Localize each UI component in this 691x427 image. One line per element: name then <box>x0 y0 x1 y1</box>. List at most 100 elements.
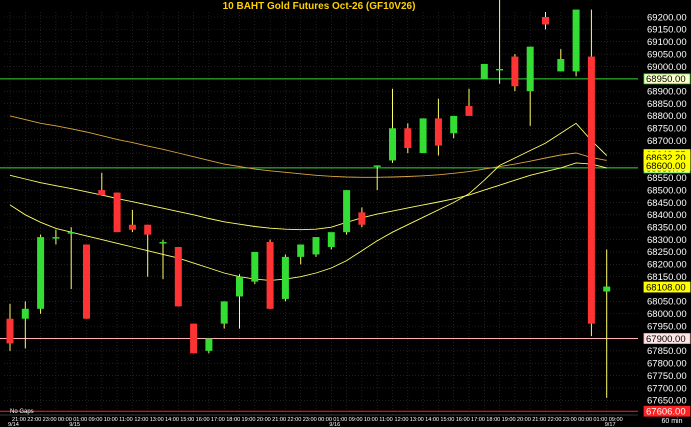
price-tag-label: 67606.00 <box>646 407 686 418</box>
candle <box>419 118 427 154</box>
price-tag-label: 68950.00 <box>646 74 686 85</box>
y-tick-label: 68350.00 <box>647 223 687 234</box>
candle <box>83 244 90 319</box>
candle-body-up <box>327 232 335 247</box>
y-tick-label: 67650.00 <box>647 396 687 407</box>
candle-body-down <box>511 56 519 87</box>
x-tick-label: 14:00 <box>165 417 179 423</box>
candle-body-down <box>113 192 121 233</box>
candle-body-up <box>37 237 45 309</box>
price-tag: 67900.00 <box>643 333 691 345</box>
y-tick-label: 67750.00 <box>647 371 687 382</box>
price-tag: 67606.00 <box>643 405 691 418</box>
price-tag-label: 68600.00 <box>646 161 686 172</box>
x-tick-label: 23:00 <box>303 417 317 423</box>
y-tick-label: 68400.00 <box>647 210 687 221</box>
candle-body-up <box>526 46 534 92</box>
x-tick-label: 16:00 <box>196 417 210 423</box>
x-tick-label: 00:00 <box>578 417 592 423</box>
candle-body-up <box>205 338 213 351</box>
y-tick-label: 67850.00 <box>647 346 687 357</box>
price-tag-label: 67900.00 <box>646 334 686 345</box>
y-tick-label: 69150.00 <box>647 25 687 36</box>
y-tick-label: 69050.00 <box>647 49 687 60</box>
x-tick-label: 15:00 <box>440 417 454 423</box>
no-gaps-note: No Gaps <box>10 409 34 415</box>
x-date-label: 9/17 <box>605 422 616 427</box>
x-tick-label: 09:00 <box>349 417 363 423</box>
y-tick-label: 68700.00 <box>647 136 687 147</box>
candle-body-up <box>450 115 458 134</box>
candle-body-up <box>496 68 504 71</box>
candle-body-down <box>174 246 182 307</box>
x-tick-label: 17:00 <box>211 417 225 423</box>
candle <box>587 9 595 337</box>
y-tick-label: 68800.00 <box>647 111 687 122</box>
candle-body-up <box>281 256 289 299</box>
x-tick-label: 18:00 <box>486 417 500 423</box>
x-tick-label: 17:00 <box>471 417 485 423</box>
candle-body-down <box>144 224 152 235</box>
x-tick-label: 20:00 <box>517 417 531 423</box>
x-tick-label: 22:00 <box>287 417 301 423</box>
candle-body-up <box>343 190 351 233</box>
candle-body-up <box>236 276 243 297</box>
candle <box>113 192 121 233</box>
candle-body-down <box>465 106 473 116</box>
y-tick-label: 68000.00 <box>647 309 687 320</box>
chart-svg: 67650.00 67700.0067750.0067800.00 67850.00… <box>0 0 691 427</box>
candle <box>190 323 198 354</box>
candle <box>251 251 259 285</box>
y-tick-label: 68300.00 <box>647 235 687 246</box>
candle-body-up <box>480 63 488 79</box>
candle-body-up <box>297 244 305 257</box>
x-tick-label: 09:00 <box>89 417 103 423</box>
x-date-label: 9/14 <box>8 422 19 427</box>
x-tick-label: 16:00 <box>456 417 470 423</box>
y-tick-label: 67800.00 <box>647 359 687 370</box>
candle-body-up <box>159 242 167 244</box>
candle-body-up <box>251 251 259 282</box>
candle-body-down <box>190 323 198 354</box>
x-tick-label: 19:00 <box>502 417 516 423</box>
candle-body-down <box>542 17 549 25</box>
chart-root: 67650.00 67700.00 67750.00 67800.00 67850.00… <box>0 0 691 427</box>
candle <box>327 232 335 250</box>
x-tick-label: 21:00 <box>272 417 286 423</box>
candle-body-up <box>389 128 396 161</box>
candle-body-down <box>404 128 412 149</box>
candle <box>174 246 182 307</box>
y-tick-label: 68750.00 <box>647 124 687 135</box>
candle-body-up <box>419 118 427 154</box>
y-tick-label: 67950.00 <box>647 321 687 332</box>
x-tick-label: 13:00 <box>410 417 424 423</box>
x-date-label: 9/15 <box>69 422 80 427</box>
y-tick-label: 68150.00 <box>647 272 687 283</box>
interval-label: 60 min <box>661 418 682 425</box>
price-tag: 68950.00 <box>643 73 691 85</box>
candle-body-down <box>434 118 442 146</box>
x-tick-label: 19:00 <box>242 417 256 423</box>
x-axis: 21:00 22:00 23:00 00:00 01:00 09:00 10:00 11:00… <box>0 414 638 427</box>
candle <box>343 190 351 235</box>
candle-body-down <box>6 318 14 344</box>
x-date-label: 9/16 <box>329 422 340 427</box>
candle <box>572 9 580 77</box>
x-tick-label: 12:00 <box>395 417 409 423</box>
x-tick-label: 21:00 <box>532 417 546 423</box>
y-tick-label: 68450.00 <box>647 198 687 209</box>
x-tick-label: 22:00 <box>548 417 562 423</box>
plot-area <box>0 0 638 415</box>
candle <box>312 237 320 257</box>
candle-body-up <box>312 237 320 255</box>
candle <box>281 254 289 302</box>
candle-body-up <box>52 237 60 239</box>
candle <box>37 234 45 314</box>
candle-body-down <box>83 244 90 319</box>
y-axis: 67650.00 67700.0067750.0067800.00 67850.00… <box>647 12 687 406</box>
candle-body-up <box>572 9 580 72</box>
x-tick-label: 11:00 <box>119 417 133 423</box>
y-tick-label: 69200.00 <box>647 12 687 23</box>
y-tick-label: 68900.00 <box>647 86 687 97</box>
y-tick-label: 67700.00 <box>647 383 687 394</box>
